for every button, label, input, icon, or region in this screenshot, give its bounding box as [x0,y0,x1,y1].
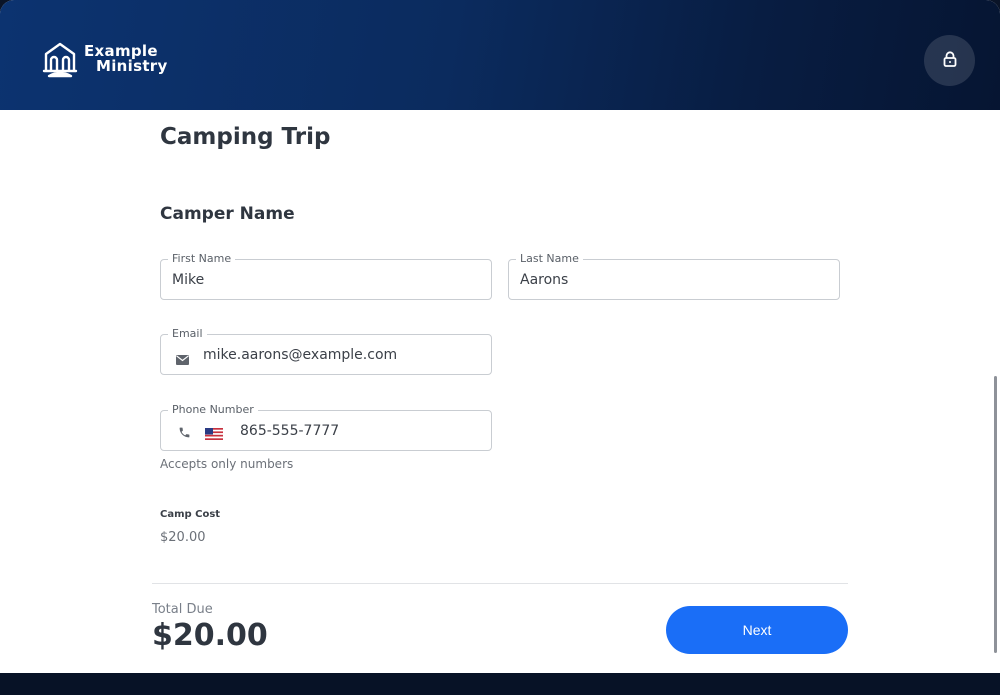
phone-input[interactable]: 865-555-7777 [240,423,339,440]
us-flag-icon[interactable] [205,425,223,444]
lock-button[interactable] [924,35,975,86]
phone-icon [178,424,191,443]
first-name-input[interactable]: Mike [172,272,204,289]
section-title: Camper Name [160,204,295,224]
first-name-field[interactable]: First Name Mike [160,252,492,300]
phone-label: Phone Number [168,403,258,417]
divider [152,583,848,584]
last-name-input[interactable]: Aarons [520,272,568,289]
app-window: Example Ministry Camping Trip Camper Nam… [0,0,1000,695]
total-due-label: Total Due [152,602,213,617]
camp-cost-value: $20.00 [160,530,206,545]
page-title: Camping Trip [160,124,331,150]
last-name-label: Last Name [516,252,583,266]
email-label: Email [168,327,207,341]
camp-cost-label: Camp Cost [160,509,221,520]
logo-text: Example Ministry [84,44,168,74]
phone-helper-text: Accepts only numbers [160,457,294,471]
lock-icon [943,50,957,71]
envelope-icon [176,350,189,369]
footer-bar [0,673,1000,695]
email-input[interactable]: mike.aarons@example.com [203,347,397,364]
logo[interactable]: Example Ministry [42,40,168,78]
main-content: Camping Trip Camper Name First Name Mike… [0,110,1000,673]
church-icon [42,40,78,78]
phone-field[interactable]: Phone Number 865-555-7777 [160,403,492,451]
header-bar: Example Ministry [0,0,1000,110]
scrollbar-thumb[interactable] [994,376,997,653]
last-name-field[interactable]: Last Name Aarons [508,252,840,300]
next-button[interactable]: Next [666,606,848,654]
first-name-label: First Name [168,252,236,266]
email-field[interactable]: Email mike.aarons@example.com [160,327,492,375]
logo-line-2: Ministry [96,57,168,75]
total-due-value: $20.00 [152,618,268,653]
